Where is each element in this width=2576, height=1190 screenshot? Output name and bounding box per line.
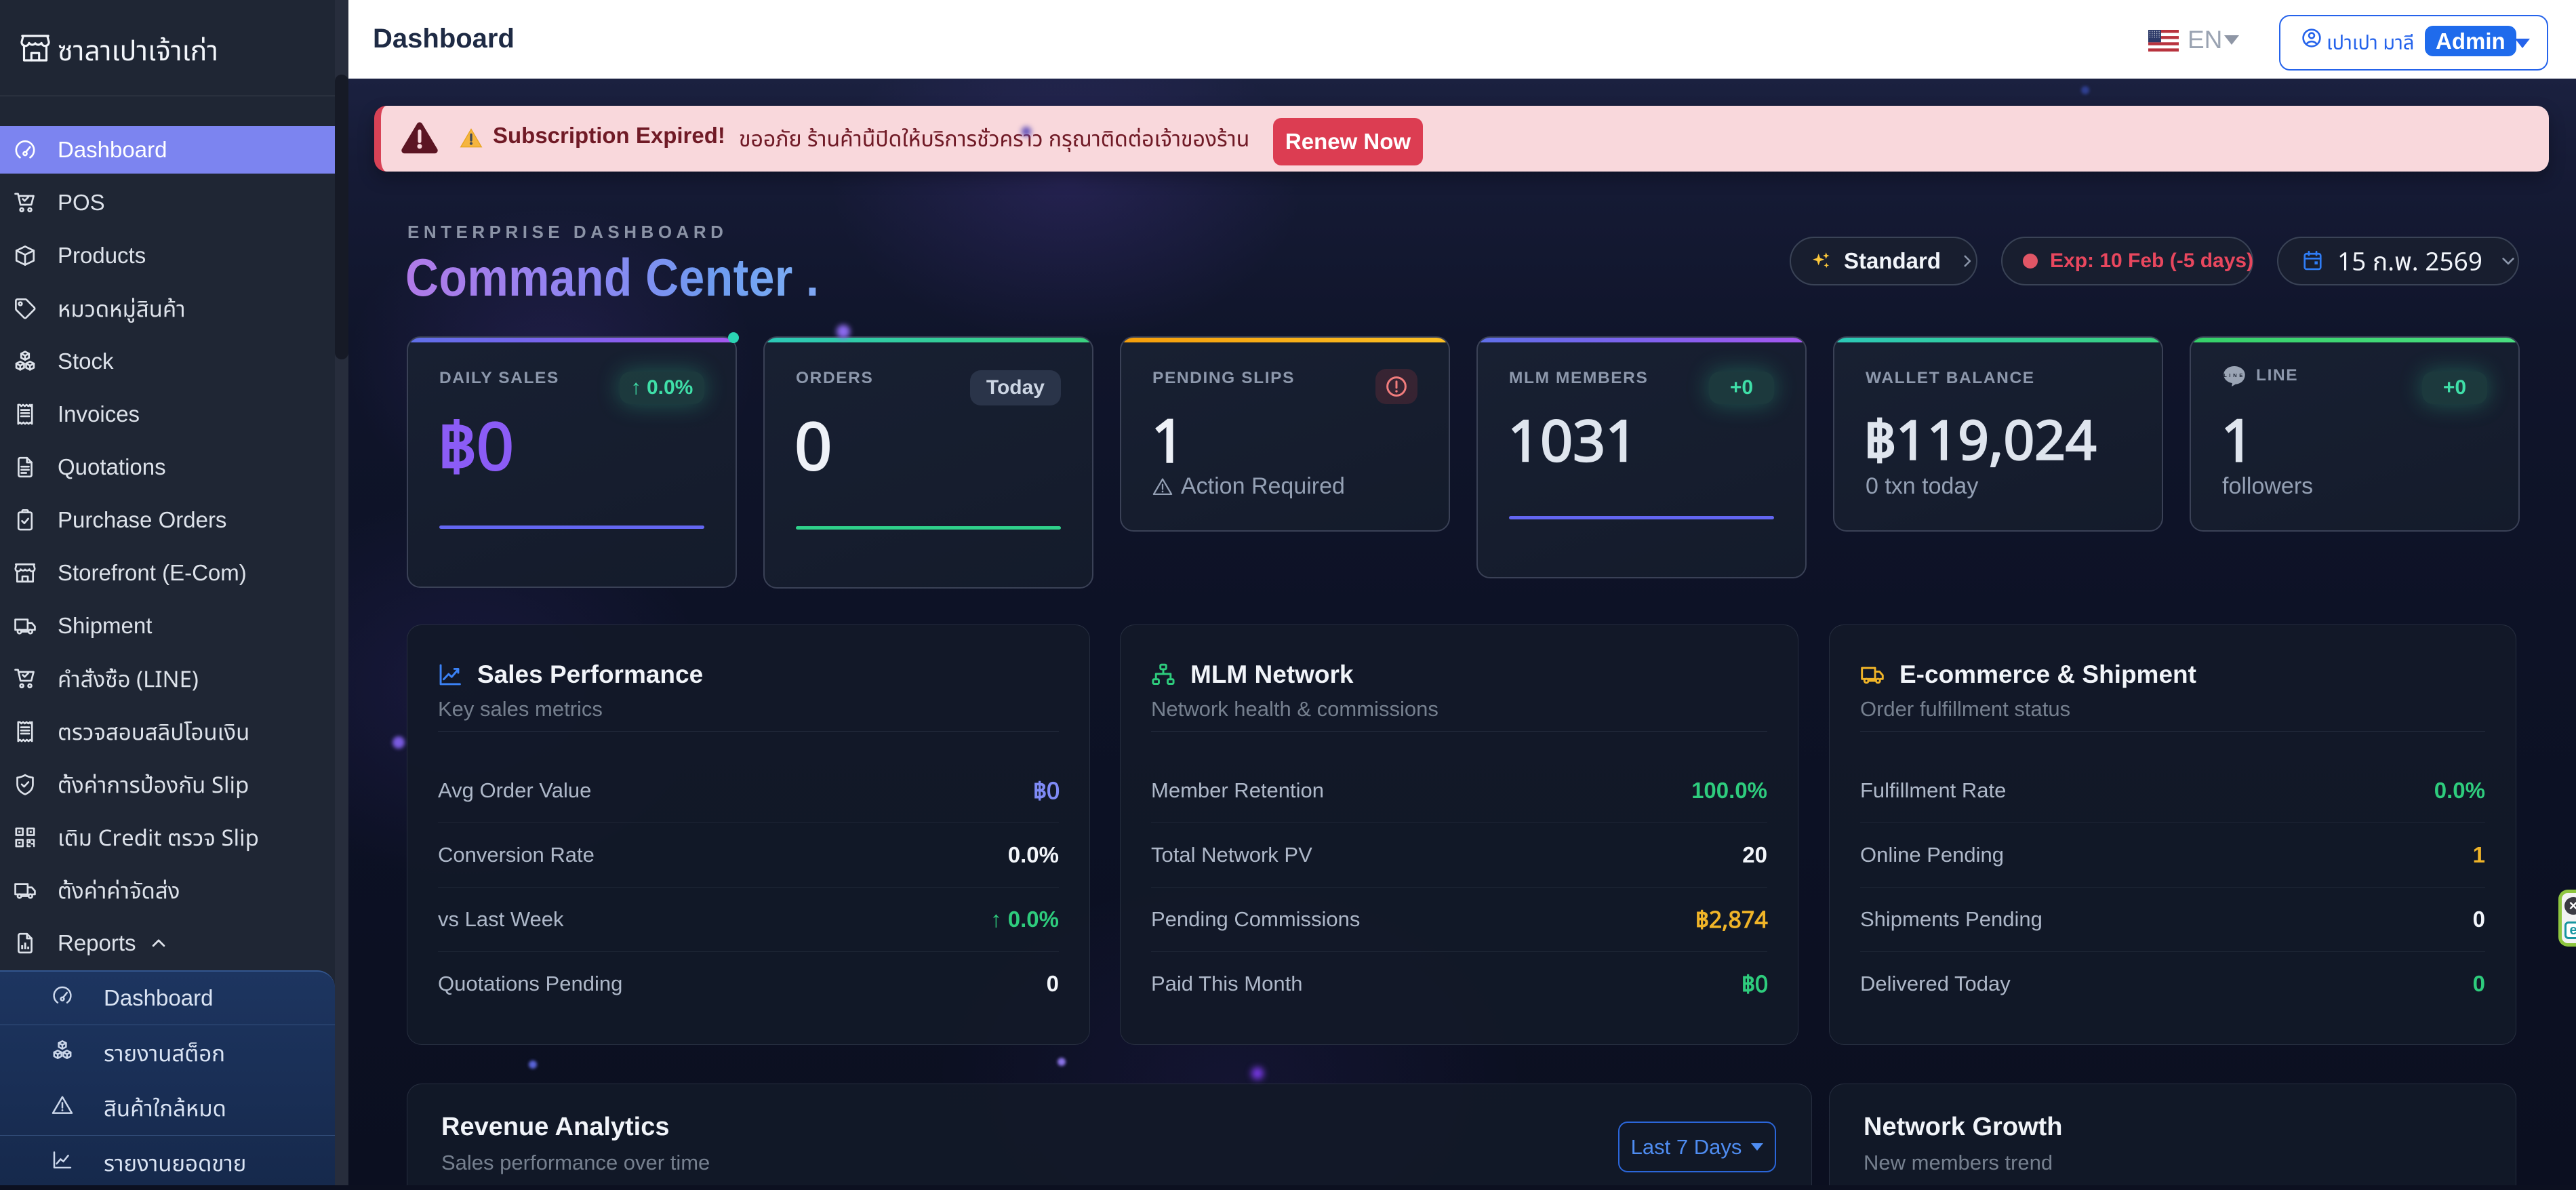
svg-text:LINE: LINE [2223,372,2245,378]
